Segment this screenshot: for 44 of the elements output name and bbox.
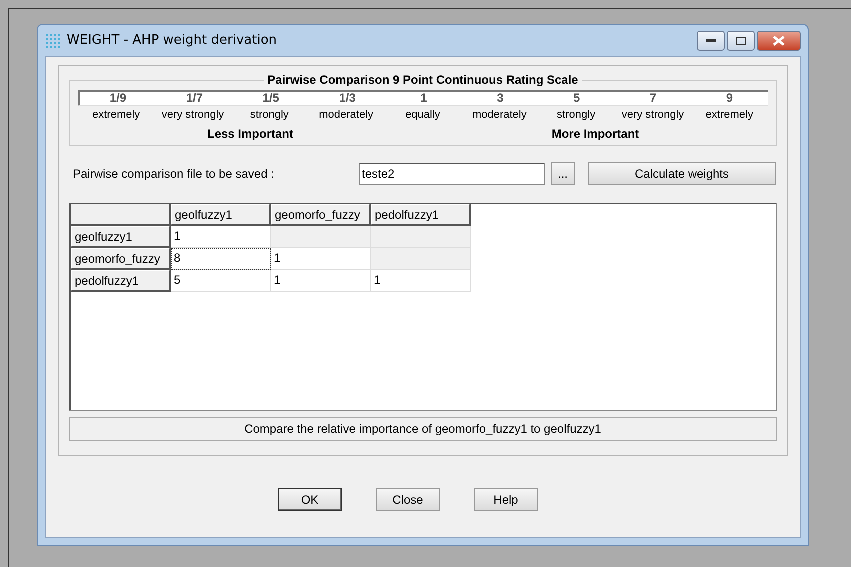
minimize-button[interactable] xyxy=(697,30,725,50)
window-title: WEIGHT - AHP weight derivation xyxy=(67,33,278,48)
scale-label: moderately xyxy=(318,109,375,121)
browse-button[interactable]: ... xyxy=(551,162,575,185)
scale-label: very strongly xyxy=(160,109,226,121)
scale-label: strongly xyxy=(556,109,597,121)
row-header: geomorfo_fuzzy xyxy=(71,248,171,270)
grid-cell[interactable]: 1 xyxy=(271,270,371,292)
scale-label: extremely xyxy=(704,109,754,121)
status-message: Compare the relative importance of geomorfo_fuzzy1 to geolfuzzy1 xyxy=(69,417,777,441)
calculate-weights-button[interactable]: Calculate weights xyxy=(588,162,776,185)
grid-cell[interactable] xyxy=(371,226,471,248)
file-label: Pairwise comparison file to be saved : xyxy=(73,166,276,180)
grid-cell[interactable] xyxy=(271,226,371,248)
row-header: pedolfuzzy1 xyxy=(71,270,171,292)
column-header: geomorfo_fuzzy xyxy=(271,204,371,226)
scale-label: equally xyxy=(404,109,442,121)
scale-label: strongly xyxy=(249,109,290,121)
close-icon xyxy=(773,36,785,46)
scale-label: very strongly xyxy=(620,109,686,121)
file-name-field[interactable]: teste2 xyxy=(359,162,545,184)
dialog-button[interactable]: Help xyxy=(474,488,538,511)
scale-label: extremely xyxy=(91,109,142,121)
minimize-icon xyxy=(706,38,716,42)
close-button[interactable] xyxy=(757,30,801,50)
column-header: geolfuzzy1 xyxy=(171,204,271,226)
more-important-caption: More Important xyxy=(552,127,640,141)
scale-label: moderately xyxy=(471,109,528,121)
row-header: geolfuzzy1 xyxy=(71,226,171,248)
grid-cell[interactable] xyxy=(371,248,471,270)
column-header: pedolfuzzy1 xyxy=(371,204,471,226)
maximize-button[interactable] xyxy=(727,30,755,50)
scale-title: Pairwise Comparison 9 Point Continuous Rating Scale xyxy=(264,73,582,87)
grid-cell[interactable]: 5 xyxy=(171,270,271,292)
grid-icon xyxy=(45,32,61,48)
less-important-caption: Less Important xyxy=(207,127,294,141)
dialog-button[interactable]: Close xyxy=(376,488,440,511)
grid-cell[interactable]: 1 xyxy=(271,248,371,270)
maximize-icon xyxy=(736,36,746,44)
grid-cell[interactable]: 1 xyxy=(371,270,471,292)
rating-scale: 1/9 1/7 1/5 1/3 1 3 5 7 9 xyxy=(78,90,768,106)
dialog-button[interactable]: OK xyxy=(278,488,342,511)
grid-cell[interactable]: 1 xyxy=(171,226,271,248)
grid-cell[interactable]: 8 xyxy=(171,248,271,270)
